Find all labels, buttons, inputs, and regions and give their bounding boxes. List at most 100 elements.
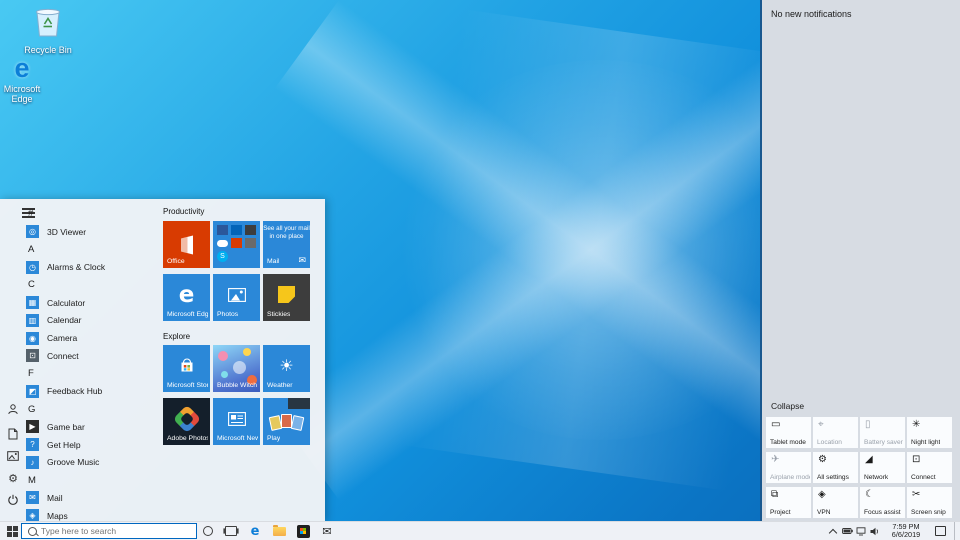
edge-icon: e — [0, 55, 44, 82]
tray-battery-button[interactable] — [840, 522, 854, 540]
play-tile-badge — [288, 398, 310, 409]
settings-button[interactable]: ⚙ — [6, 471, 20, 485]
skype-icon: S — [217, 251, 228, 262]
tile-mail[interactable]: See all your mail in one place Mail ✉ — [263, 221, 310, 268]
app-list-item-mail[interactable]: ✉ Mail — [26, 489, 158, 507]
tablet-mode-icon: ▭ — [771, 419, 780, 430]
tray-volume-button[interactable] — [868, 522, 882, 540]
desktop-icon-label: Microsoft Edge — [0, 84, 44, 104]
folder-icon — [273, 527, 286, 536]
show-desktop-button[interactable] — [954, 522, 960, 540]
desktop-icon-microsoft-edge[interactable]: e Microsoft Edge — [0, 55, 44, 104]
mail-tile-preview: See all your mail in one place — [263, 225, 310, 241]
cortana-button[interactable] — [200, 522, 216, 540]
quick-action-battery-saver[interactable]: ▯ Battery saver — [860, 417, 905, 448]
search-input[interactable] — [41, 526, 196, 536]
night-light-icon: ✳ — [912, 419, 920, 430]
tile-microsoft-edge[interactable]: e Microsoft Edge — [163, 274, 210, 321]
app-list-item-groove-music[interactable]: ♪ Groove Music — [26, 454, 158, 472]
tile-weather[interactable]: ☀ Weather — [263, 345, 310, 392]
tile-bubble-witch-3-saga[interactable]: Bubble Witch 3 Saga — [213, 345, 260, 392]
start-menu: ⚙ # ◎ 3D Viewer A ◷ Alarms & Clock C ▦ C… — [0, 199, 325, 522]
action-center-panel: No new notifications Collapse ▭ Tablet m… — [760, 0, 960, 522]
start-button[interactable] — [4, 522, 20, 540]
collapse-link[interactable]: Collapse — [771, 401, 804, 411]
pictures-button[interactable] — [6, 449, 20, 463]
tray-show-hidden-icons-button[interactable] — [827, 522, 839, 540]
alarms-clock-icon: ◷ — [26, 261, 39, 274]
taskbar-search-box[interactable] — [21, 523, 197, 539]
app-list-section-letter[interactable]: # — [26, 205, 158, 223]
app-list-section-letter[interactable]: G — [26, 400, 158, 418]
tile-play[interactable]: Play — [263, 398, 310, 445]
app-list-item-feedback-hub[interactable]: ◩ Feedback Hub — [26, 383, 158, 401]
quick-action-night-light[interactable]: ✳ Night light — [907, 417, 952, 448]
quick-action-tablet-mode[interactable]: ▭ Tablet mode — [766, 417, 811, 448]
onedrive-icon — [217, 240, 228, 247]
taskbar-clock[interactable]: 7:59 PM 6/6/2019 — [884, 522, 928, 540]
quick-action-airplane-mode[interactable]: ✈ Airplane mode — [766, 452, 811, 483]
network-icon: ◢ — [865, 454, 873, 465]
camera-icon: ◉ — [26, 332, 39, 345]
documents-button[interactable] — [6, 427, 20, 441]
gear-icon: ⚙ — [818, 454, 827, 465]
quick-action-screen-snip[interactable]: ✂ Screen snip — [907, 487, 952, 518]
taskbar-store-button[interactable] — [294, 522, 312, 540]
taskbar-file-explorer-button[interactable] — [270, 522, 288, 540]
document-icon — [8, 428, 18, 440]
app-list-section-letter[interactable]: F — [26, 365, 158, 383]
quick-action-focus-assist[interactable]: ☾ Focus assist — [860, 487, 905, 518]
screen: Recycle Bin e Microsoft Edge — [0, 0, 960, 540]
tile-stickies[interactable]: Stickies — [263, 274, 310, 321]
action-center-button[interactable] — [932, 522, 948, 540]
app-list-item-calculator[interactable]: ▦ Calculator — [26, 294, 158, 312]
tile-microsoft-store[interactable]: Microsoft Store — [163, 345, 210, 392]
feedback-hub-icon: ◩ — [26, 385, 39, 398]
tile-photos[interactable]: Photos — [213, 274, 260, 321]
mail-envelope-icon: ✉ — [298, 255, 306, 266]
app-list-item-game-bar[interactable]: ▶ Game bar — [26, 418, 158, 436]
pictures-icon — [7, 451, 19, 461]
tile-office[interactable]: Office — [163, 221, 210, 268]
taskbar-mail-button[interactable]: ✉ — [318, 522, 336, 540]
task-view-button[interactable] — [222, 522, 240, 540]
office-apps-folder-icons: S — [217, 225, 256, 264]
power-button[interactable] — [6, 493, 20, 507]
user-icon — [7, 403, 19, 415]
tile-adobe-photoshop[interactable]: Adobe Photos... — [163, 398, 210, 445]
desktop-icon-label: Recycle Bin — [24, 45, 72, 55]
app-list-section-letter[interactable]: A — [26, 241, 158, 259]
app-list-item-3d-viewer[interactable]: ◎ 3D Viewer — [26, 223, 158, 241]
gear-icon: ⚙ — [8, 472, 18, 485]
quick-action-connect[interactable]: ⊡ Connect — [907, 452, 952, 483]
power-icon — [7, 494, 19, 506]
airplane-icon: ✈ — [771, 454, 779, 465]
clock-date: 6/6/2019 — [892, 531, 920, 539]
notifications-status: No new notifications — [771, 9, 852, 19]
chevron-up-icon — [829, 528, 837, 536]
app-list-section-letter[interactable]: M — [26, 471, 158, 489]
get-help-icon: ? — [26, 438, 39, 451]
user-account-button[interactable] — [6, 402, 20, 416]
quick-action-network[interactable]: ◢ Network — [860, 452, 905, 483]
desktop-icon-recycle-bin[interactable]: Recycle Bin — [24, 4, 72, 55]
tray-network-button[interactable] — [854, 522, 868, 540]
mail-icon: ✉ — [26, 491, 39, 504]
app-list-item-connect[interactable]: ⊡ Connect — [26, 347, 158, 365]
tile-office-apps-folder[interactable]: S — [213, 221, 260, 268]
scissors-icon: ✂ — [912, 489, 920, 500]
game-bar-icon: ▶ — [26, 420, 39, 433]
app-list-item-alarms-clock[interactable]: ◷ Alarms & Clock — [26, 258, 158, 276]
app-list-item-calendar[interactable]: ▥ Calendar — [26, 312, 158, 330]
quick-action-vpn[interactable]: ◈ VPN — [813, 487, 858, 518]
quick-action-project[interactable]: ⧉ Project — [766, 487, 811, 518]
quick-action-location[interactable]: ⌖ Location — [813, 417, 858, 448]
taskbar-edge-button[interactable]: e — [246, 522, 264, 540]
app-list-item-maps[interactable]: ◈ Maps — [26, 507, 158, 522]
windows-logo-icon — [7, 526, 18, 537]
app-list-section-letter[interactable]: C — [26, 276, 158, 294]
app-list-item-camera[interactable]: ◉ Camera — [26, 329, 158, 347]
tile-microsoft-news[interactable]: Microsoft News — [213, 398, 260, 445]
quick-action-all-settings[interactable]: ⚙ All settings — [813, 452, 858, 483]
app-list-item-get-help[interactable]: ? Get Help — [26, 436, 158, 454]
